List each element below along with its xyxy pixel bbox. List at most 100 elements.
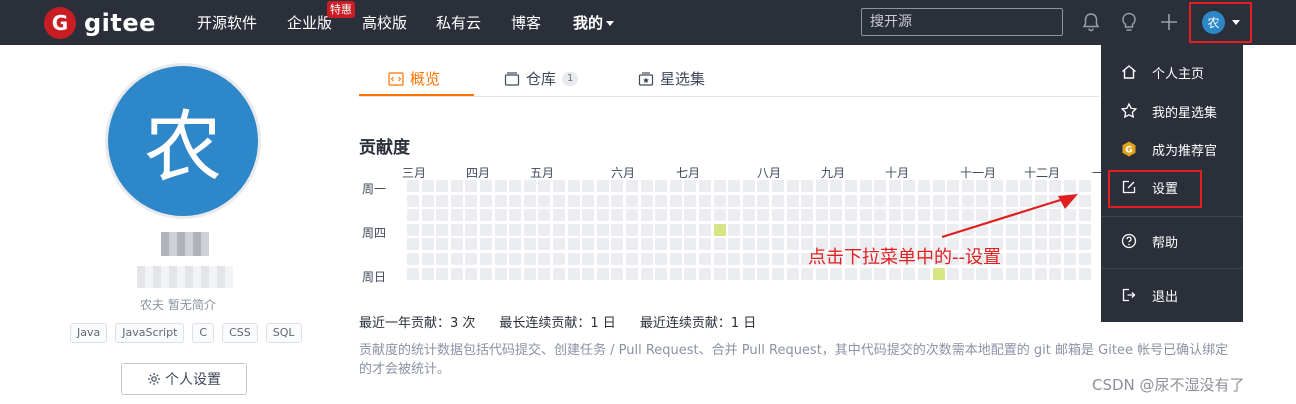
contribution-cell[interactable]: [845, 223, 857, 236]
contribution-cell[interactable]: [538, 267, 551, 280]
contribution-cell[interactable]: [553, 267, 565, 280]
contribution-cell[interactable]: [509, 223, 522, 236]
contribution-cell[interactable]: [888, 194, 901, 207]
contribution-cell[interactable]: [845, 194, 857, 207]
personal-settings-button[interactable]: 个人设置: [121, 363, 247, 395]
contribution-cell[interactable]: [888, 223, 901, 236]
contribution-cell[interactable]: [728, 253, 741, 265]
contribution-cell[interactable]: [742, 209, 755, 222]
nav-education[interactable]: 高校版: [362, 12, 407, 33]
contribution-cell[interactable]: [772, 267, 784, 280]
contribution-cell[interactable]: [830, 180, 843, 192]
contribution-cell[interactable]: [523, 267, 536, 280]
contribution-cell[interactable]: [845, 180, 857, 192]
contribution-cell[interactable]: [494, 209, 507, 222]
contribution-cell[interactable]: [421, 238, 434, 251]
contribution-cell[interactable]: [713, 253, 726, 265]
contribution-cell[interactable]: [465, 238, 478, 251]
contribution-cell[interactable]: [757, 209, 770, 222]
contribution-cell[interactable]: [669, 194, 682, 207]
contribution-cell[interactable]: [494, 238, 507, 251]
contribution-cell[interactable]: [494, 267, 507, 280]
lightbulb-icon[interactable]: [1118, 11, 1140, 33]
contribution-cell[interactable]: [596, 223, 609, 236]
contribution-cell[interactable]: [786, 253, 799, 265]
contribution-cell[interactable]: [640, 180, 653, 192]
contribution-cell[interactable]: [757, 223, 770, 236]
contribution-cell[interactable]: [626, 209, 638, 222]
contribution-cell[interactable]: [918, 194, 930, 207]
contribution-cell[interactable]: [874, 180, 887, 192]
contribution-cell[interactable]: [480, 180, 492, 192]
contribution-cell[interactable]: [626, 253, 638, 265]
contribution-cell[interactable]: [421, 267, 434, 280]
contribution-cell[interactable]: [465, 209, 478, 222]
contribution-cell[interactable]: [553, 223, 565, 236]
contribution-cell[interactable]: [582, 209, 595, 222]
contribution-cell[interactable]: [830, 223, 843, 236]
contribution-cell[interactable]: [888, 180, 901, 192]
contribution-cell[interactable]: [640, 238, 653, 251]
contribution-cell[interactable]: [699, 180, 711, 192]
contribution-cell[interactable]: [640, 223, 653, 236]
contribution-cell[interactable]: [772, 253, 784, 265]
contribution-cell[interactable]: [801, 194, 814, 207]
contribution-cell[interactable]: [640, 267, 653, 280]
contribution-cell[interactable]: [626, 267, 638, 280]
contribution-cell[interactable]: [713, 267, 726, 280]
contribution-cell[interactable]: [655, 209, 668, 222]
contribution-cell[interactable]: [918, 223, 930, 236]
contribution-cell[interactable]: [655, 194, 668, 207]
contribution-cell[interactable]: [567, 238, 580, 251]
contribution-cell[interactable]: [538, 253, 551, 265]
contribution-cell[interactable]: [772, 180, 784, 192]
contribution-cell[interactable]: [480, 223, 492, 236]
contribution-cell[interactable]: [742, 223, 755, 236]
contribution-cell[interactable]: [859, 194, 872, 207]
contribution-cell[interactable]: [436, 209, 449, 222]
contribution-cell[interactable]: [465, 223, 478, 236]
contribution-cell[interactable]: [903, 267, 916, 280]
contribution-cell[interactable]: [421, 209, 434, 222]
contribution-cell[interactable]: [1078, 267, 1091, 280]
contribution-cell[interactable]: [582, 223, 595, 236]
contribution-cell[interactable]: [567, 223, 580, 236]
contribution-cell[interactable]: [465, 194, 478, 207]
contribution-cell[interactable]: [903, 223, 916, 236]
contribution-cell[interactable]: [509, 238, 522, 251]
contribution-cell[interactable]: [596, 180, 609, 192]
contribution-cell[interactable]: [903, 194, 916, 207]
contribution-cell[interactable]: [655, 180, 668, 192]
plus-icon[interactable]: [1158, 11, 1180, 33]
contribution-cell[interactable]: [611, 223, 624, 236]
contribution-cell[interactable]: [582, 180, 595, 192]
contribution-cell[interactable]: [888, 209, 901, 222]
contribution-cell[interactable]: [611, 194, 624, 207]
contribution-cell[interactable]: [859, 223, 872, 236]
contribution-cell[interactable]: [845, 209, 857, 222]
contribution-cell[interactable]: [976, 267, 989, 280]
contribution-cell[interactable]: [480, 194, 492, 207]
contribution-cell[interactable]: [830, 194, 843, 207]
contribution-cell[interactable]: [684, 209, 697, 222]
contribution-cell[interactable]: [465, 180, 478, 192]
contribution-cell[interactable]: [523, 238, 536, 251]
contribution-cell[interactable]: [918, 267, 930, 280]
contribution-cell[interactable]: [699, 194, 711, 207]
contribution-cell[interactable]: [523, 180, 536, 192]
contribution-cell[interactable]: [859, 209, 872, 222]
contribution-cell[interactable]: [918, 209, 930, 222]
bell-icon[interactable]: [1080, 11, 1102, 33]
tab-overview[interactable]: 概览: [388, 68, 440, 89]
contribution-cell[interactable]: [742, 180, 755, 192]
contribution-cell[interactable]: [772, 238, 784, 251]
contribution-cell[interactable]: [669, 209, 682, 222]
contribution-cell[interactable]: [421, 223, 434, 236]
contribution-cell[interactable]: [450, 238, 463, 251]
contribution-cell[interactable]: [480, 253, 492, 265]
contribution-cell[interactable]: [494, 253, 507, 265]
contribution-cell[interactable]: [815, 180, 828, 192]
contribution-cell[interactable]: [757, 180, 770, 192]
contribution-cell[interactable]: [830, 209, 843, 222]
contribution-cell[interactable]: [786, 267, 799, 280]
